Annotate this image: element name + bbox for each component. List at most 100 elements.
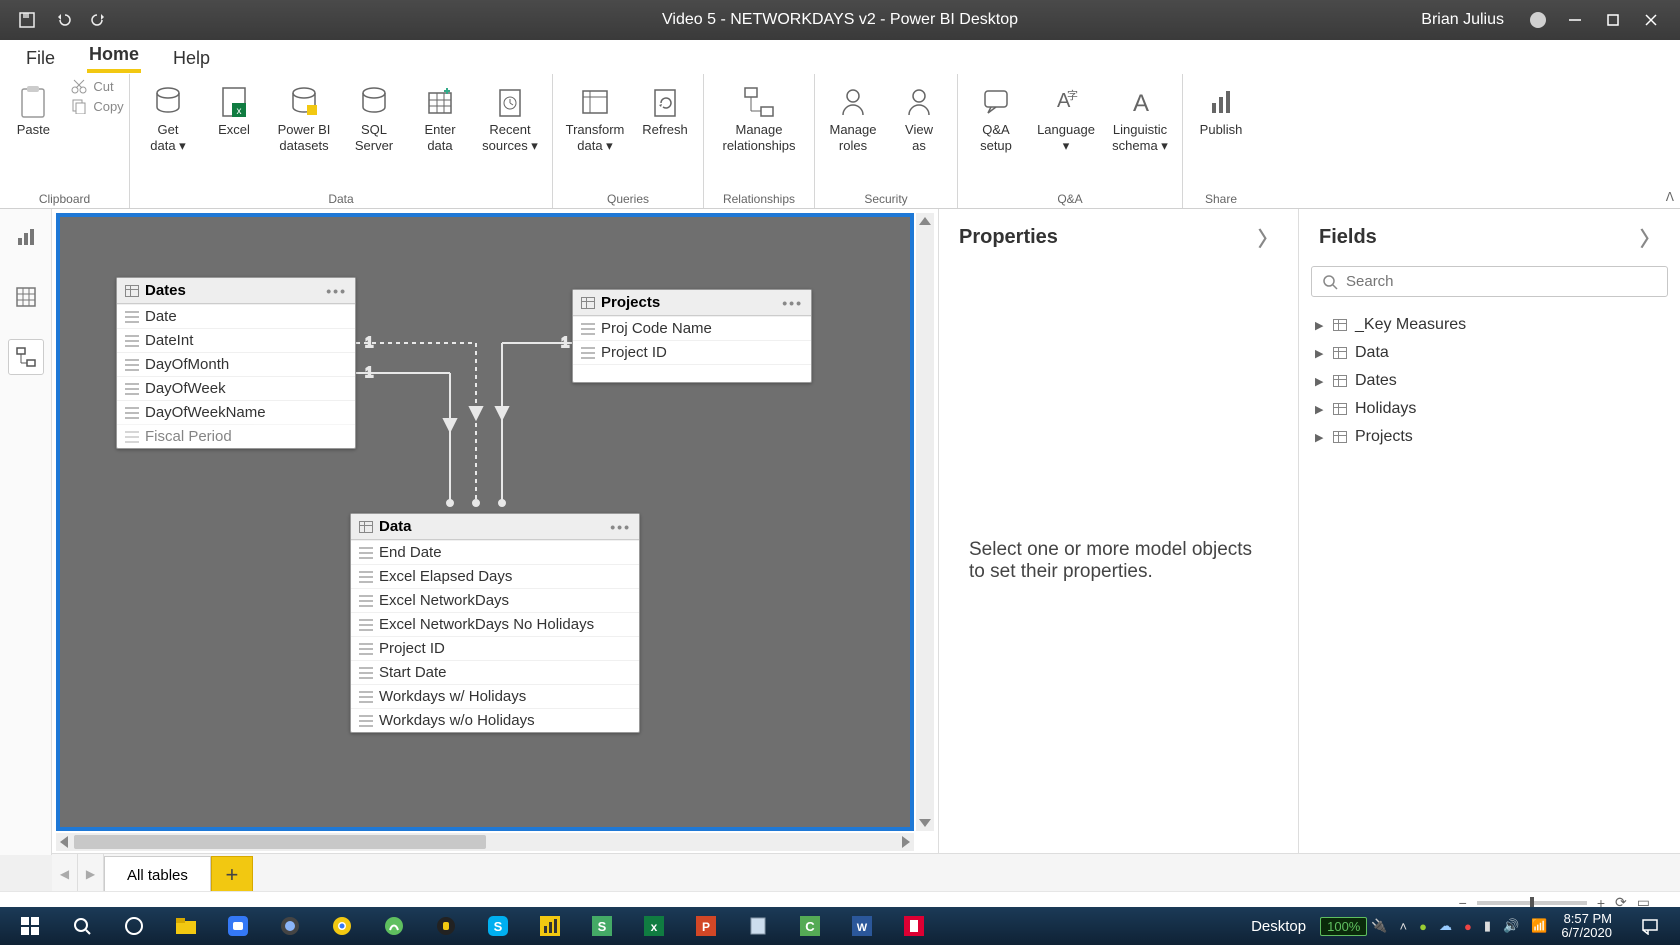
chevron-right-icon[interactable]: 〉 <box>1640 223 1660 252</box>
column-row[interactable]: DateInt <box>117 328 355 352</box>
vertical-scrollbar[interactable] <box>916 213 934 831</box>
powerbi-taskbar-icon[interactable] <box>526 910 574 942</box>
app-icon[interactable] <box>370 910 418 942</box>
recent-sources-button[interactable]: Recent sources ▾ <box>478 78 542 153</box>
snagit-icon[interactable]: S <box>578 910 626 942</box>
notifications-icon[interactable] <box>1626 910 1674 942</box>
excel-button[interactable]: xExcel <box>206 78 262 138</box>
cut-button[interactable]: Cut <box>71 78 123 94</box>
app-icon[interactable] <box>890 910 938 942</box>
column-row[interactable]: Excel Elapsed Days <box>351 564 639 588</box>
column-row[interactable]: Workdays w/o Holidays <box>351 708 639 732</box>
refresh-button[interactable]: Refresh <box>637 78 693 138</box>
search-taskbar-button[interactable] <box>58 910 106 942</box>
desktop-toolbar-label[interactable]: Desktop <box>1251 918 1306 935</box>
publish-button[interactable]: Publish <box>1193 78 1249 138</box>
page-nav-next[interactable]: ▶ <box>78 854 104 893</box>
taskbar-clock[interactable]: 8:57 PM 6/7/2020 <box>1561 912 1612 941</box>
data-view-button[interactable] <box>8 279 44 315</box>
zoom-slider[interactable] <box>1477 901 1587 905</box>
manage-roles-button[interactable]: Manage roles <box>825 78 881 153</box>
ribbon-collapse-icon[interactable]: ᐱ <box>1666 190 1674 204</box>
app-icon[interactable] <box>422 910 470 942</box>
tab-file[interactable]: File <box>24 44 57 73</box>
language-button[interactable]: A字Language ▾ <box>1034 78 1098 153</box>
column-row[interactable]: End Date <box>351 540 639 564</box>
search-input[interactable] <box>1346 273 1657 290</box>
paste-button[interactable]: Paste <box>5 78 61 138</box>
word-icon[interactable]: W <box>838 910 886 942</box>
skype-icon[interactable]: S <box>474 910 522 942</box>
app-icon[interactable] <box>266 910 314 942</box>
column-row[interactable]: Date <box>117 304 355 328</box>
cortana-icon[interactable] <box>110 910 158 942</box>
model-view-button[interactable] <box>8 339 44 375</box>
model-canvas[interactable]: 1 1 1 <box>56 213 914 831</box>
camtasia-icon[interactable]: C <box>786 910 834 942</box>
page-nav-prev[interactable]: ◀ <box>52 854 78 893</box>
undo-icon[interactable] <box>54 11 72 29</box>
chevron-right-icon[interactable]: 〉 <box>1258 223 1278 252</box>
manage-relationships-button[interactable]: Manage relationships <box>714 78 804 153</box>
avatar-icon[interactable] <box>1530 12 1546 28</box>
tray-dot-icon[interactable]: ● <box>1464 919 1472 934</box>
tray-dot-icon[interactable]: ● <box>1419 919 1427 934</box>
view-as-button[interactable]: View as <box>891 78 947 153</box>
fields-search[interactable] <box>1311 266 1668 297</box>
wifi-icon[interactable]: 📶 <box>1531 918 1547 934</box>
column-row[interactable]: Project ID <box>573 340 811 364</box>
horizontal-scrollbar[interactable] <box>56 833 914 851</box>
save-icon[interactable] <box>18 11 36 29</box>
copy-button[interactable]: Copy <box>71 98 123 114</box>
more-icon[interactable]: ••• <box>610 519 631 535</box>
powerpoint-icon[interactable]: P <box>682 910 730 942</box>
report-view-button[interactable] <box>8 219 44 255</box>
entity-projects[interactable]: Projects••• Proj Code Name Project ID <box>572 289 812 383</box>
sql-server-button[interactable]: SQL Server <box>346 78 402 153</box>
redo-icon[interactable] <box>90 11 108 29</box>
more-icon[interactable]: ••• <box>782 295 803 311</box>
file-explorer-icon[interactable] <box>162 910 210 942</box>
tab-help[interactable]: Help <box>171 44 212 73</box>
field-table-row[interactable]: ▶Holidays <box>1311 395 1668 423</box>
page-tab-all-tables[interactable]: All tables <box>104 856 211 893</box>
entity-dates[interactable]: Dates••• Date DateInt DayOfMonth DayOfWe… <box>116 277 356 449</box>
chrome-icon[interactable] <box>318 910 366 942</box>
start-button[interactable] <box>6 910 54 942</box>
field-table-row[interactable]: ▶_Key Measures <box>1311 311 1668 339</box>
add-page-button[interactable]: + <box>211 856 253 893</box>
enter-data-button[interactable]: Enter data <box>412 78 468 153</box>
field-table-row[interactable]: ▶Data <box>1311 339 1668 367</box>
column-row[interactable]: Start Date <box>351 660 639 684</box>
column-row[interactable]: DayOfWeekName <box>117 400 355 424</box>
pbi-datasets-button[interactable]: Power BI datasets <box>272 78 336 153</box>
field-table-row[interactable]: ▶Projects <box>1311 423 1668 451</box>
field-table-row[interactable]: ▶Dates <box>1311 367 1668 395</box>
app-icon[interactable] <box>214 910 262 942</box>
column-row[interactable]: Fiscal Period <box>117 424 355 448</box>
column-row[interactable]: Excel NetworkDays No Holidays <box>351 612 639 636</box>
transform-data-button[interactable]: Transform data ▾ <box>563 78 627 153</box>
column-row[interactable]: DayOfWeek <box>117 376 355 400</box>
power-icon[interactable]: 🔌 <box>1371 918 1387 934</box>
qa-setup-button[interactable]: Q&A setup <box>968 78 1024 153</box>
column-row[interactable]: Proj Code Name <box>573 316 811 340</box>
get-data-button[interactable]: Get data ▾ <box>140 78 196 153</box>
column-row[interactable]: Excel NetworkDays <box>351 588 639 612</box>
volume-icon[interactable]: 🔊 <box>1503 918 1519 934</box>
maximize-button[interactable] <box>1604 11 1622 29</box>
onedrive-icon[interactable]: ☁ <box>1439 918 1452 934</box>
tab-home[interactable]: Home <box>87 40 141 73</box>
close-button[interactable] <box>1642 11 1660 29</box>
more-icon[interactable]: ••• <box>326 283 347 299</box>
linguistic-schema-button[interactable]: ALinguistic schema ▾ <box>1108 78 1172 153</box>
user-name[interactable]: Brian Julius <box>1421 11 1504 29</box>
tray-icon[interactable]: ▮ <box>1484 918 1491 934</box>
minimize-button[interactable] <box>1566 11 1584 29</box>
tray-chevron-icon[interactable]: ˄ <box>1400 919 1408 934</box>
system-tray[interactable]: 🔌 ˄ ● ☁ ● ▮ 🔊 📶 <box>1371 918 1547 934</box>
entity-data[interactable]: Data••• End Date Excel Elapsed Days Exce… <box>350 513 640 733</box>
battery-indicator[interactable]: 100% <box>1320 917 1367 936</box>
excel-taskbar-icon[interactable]: x <box>630 910 678 942</box>
column-row[interactable]: Workdays w/ Holidays <box>351 684 639 708</box>
